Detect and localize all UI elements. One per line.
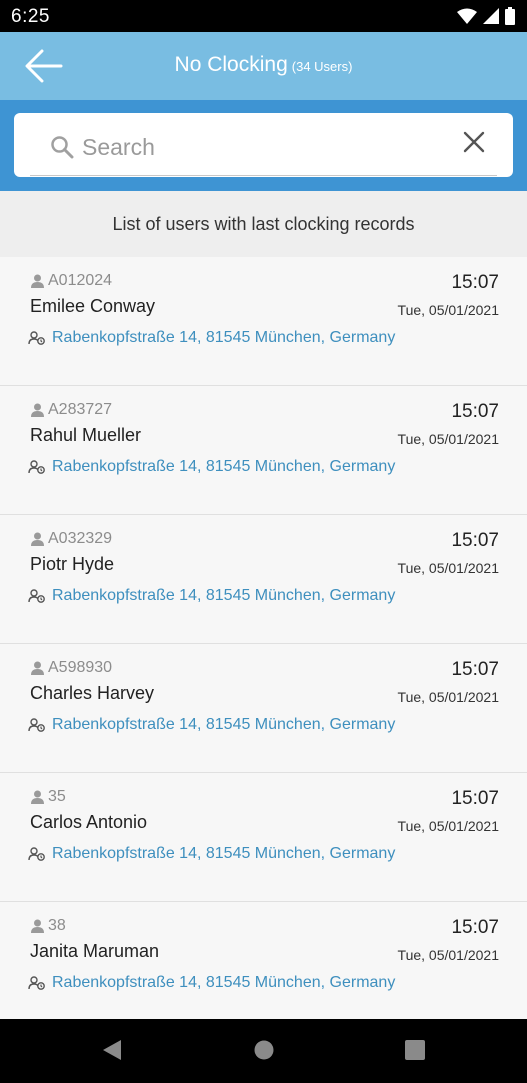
clocking-time: 15:07 [451,659,499,680]
search-icon [51,136,74,159]
title-user-count: (34 Users) [291,59,353,74]
location-people-icon [28,717,45,732]
list-header: List of users with last clocking records [0,191,527,257]
list-item[interactable]: 35 Carlos Antonio 15:07 Tue, 05/01/2021 Rabe… [0,773,527,901]
square-recents-icon[interactable] [404,1039,426,1061]
clocking-address[interactable]: Rabenkopfstraße 14, 81545 München, Germa… [28,716,395,734]
person-icon [31,532,44,546]
list-item[interactable]: A012024 Emilee Conway 15:07 Tue, 05/01/2021… [0,257,527,385]
person-icon [31,919,44,933]
clocking-address[interactable]: Rabenkopfstraße 14, 81545 München, Germa… [28,974,395,992]
user-id: 35 [31,788,66,806]
search-input[interactable] [82,129,432,165]
clocking-date: Tue, 05/01/2021 [397,818,499,834]
clocking-address[interactable]: Rabenkopfstraße 14, 81545 München, Germa… [28,329,395,347]
list-item[interactable]: A283727 Rahul Mueller 15:07 Tue, 05/01/2021… [0,386,527,514]
address-text: Rabenkopfstraße 14, 81545 München, Germa… [52,716,396,733]
status-bar: 6:25 [0,0,527,32]
status-time: 6:25 [11,6,50,27]
clocking-address[interactable]: Rabenkopfstraße 14, 81545 München, Germa… [28,845,395,863]
user-id: A012024 [31,272,112,290]
search-underline [30,175,497,176]
clocking-date: Tue, 05/01/2021 [397,947,499,963]
clocking-address[interactable]: Rabenkopfstraße 14, 81545 München, Germa… [28,587,395,605]
user-name: Emilee Conway [30,296,156,316]
battery-icon [505,7,515,25]
list-item[interactable]: A032329 Piotr Hyde 15:07 Tue, 05/01/2021 Rab… [0,515,527,643]
location-people-icon [28,975,45,990]
user-name: Janita Maruman [30,941,160,961]
search-box [14,113,513,177]
clocking-time: 15:07 [451,401,499,422]
clocking-date: Tue, 05/01/2021 [397,431,499,447]
person-icon [31,403,44,417]
close-icon[interactable] [463,131,485,153]
circle-home-icon[interactable] [253,1039,275,1061]
list-item[interactable]: A598930 Charles Harvey 15:07 Tue, 05/01/202… [0,644,527,772]
signal-icon [483,8,499,24]
status-icons [457,7,515,25]
user-id-text: A283727 [48,401,113,418]
clocking-time: 15:07 [451,917,499,938]
app-bar: No Clocking (34 Users) [0,32,527,100]
list-item[interactable]: 38 Janita Maruman 15:07 Tue, 05/01/2021 Rabe… [0,902,527,1019]
user-name: Charles Harvey [30,683,155,703]
clocking-date: Tue, 05/01/2021 [397,302,499,318]
clocking-time: 15:07 [451,530,499,551]
triangle-back-icon[interactable] [101,1039,123,1061]
user-id-text: 35 [48,788,66,805]
clocking-address[interactable]: Rabenkopfstraße 14, 81545 München, Germa… [28,458,395,476]
title-main: No Clocking [174,53,288,76]
person-icon [31,274,44,288]
page-title: No Clocking (34 Users) [0,53,527,77]
user-name: Carlos Antonio [30,812,148,832]
address-text: Rabenkopfstraße 14, 81545 München, Germa… [52,329,396,346]
user-list: A012024 Emilee Conway 15:07 Tue, 05/01/2021… [0,257,527,1019]
location-people-icon [28,846,45,861]
user-id: 38 [31,917,66,935]
location-people-icon [28,588,45,603]
clocking-date: Tue, 05/01/2021 [397,560,499,576]
user-id-text: A032329 [48,530,113,547]
clocking-time: 15:07 [451,272,499,293]
person-icon [31,790,44,804]
clocking-date: Tue, 05/01/2021 [397,689,499,705]
person-icon [31,661,44,675]
search-area [0,100,527,191]
user-id: A032329 [31,530,112,548]
user-name: Piotr Hyde [30,554,115,574]
user-id-text: 38 [48,917,66,934]
address-text: Rabenkopfstraße 14, 81545 München, Germa… [52,587,396,604]
navigation-bar [0,1019,527,1083]
location-people-icon [28,459,45,474]
location-people-icon [28,330,45,345]
user-id: A283727 [31,401,112,419]
wifi-icon [457,8,477,24]
address-text: Rabenkopfstraße 14, 81545 München, Germa… [52,458,396,475]
address-text: Rabenkopfstraße 14, 81545 München, Germa… [52,845,396,862]
clocking-time: 15:07 [451,788,499,809]
address-text: Rabenkopfstraße 14, 81545 München, Germa… [52,974,396,991]
user-name: Rahul Mueller [30,425,142,445]
user-id-text: A598930 [48,659,113,676]
user-id-text: A012024 [48,272,113,289]
user-id: A598930 [31,659,112,677]
